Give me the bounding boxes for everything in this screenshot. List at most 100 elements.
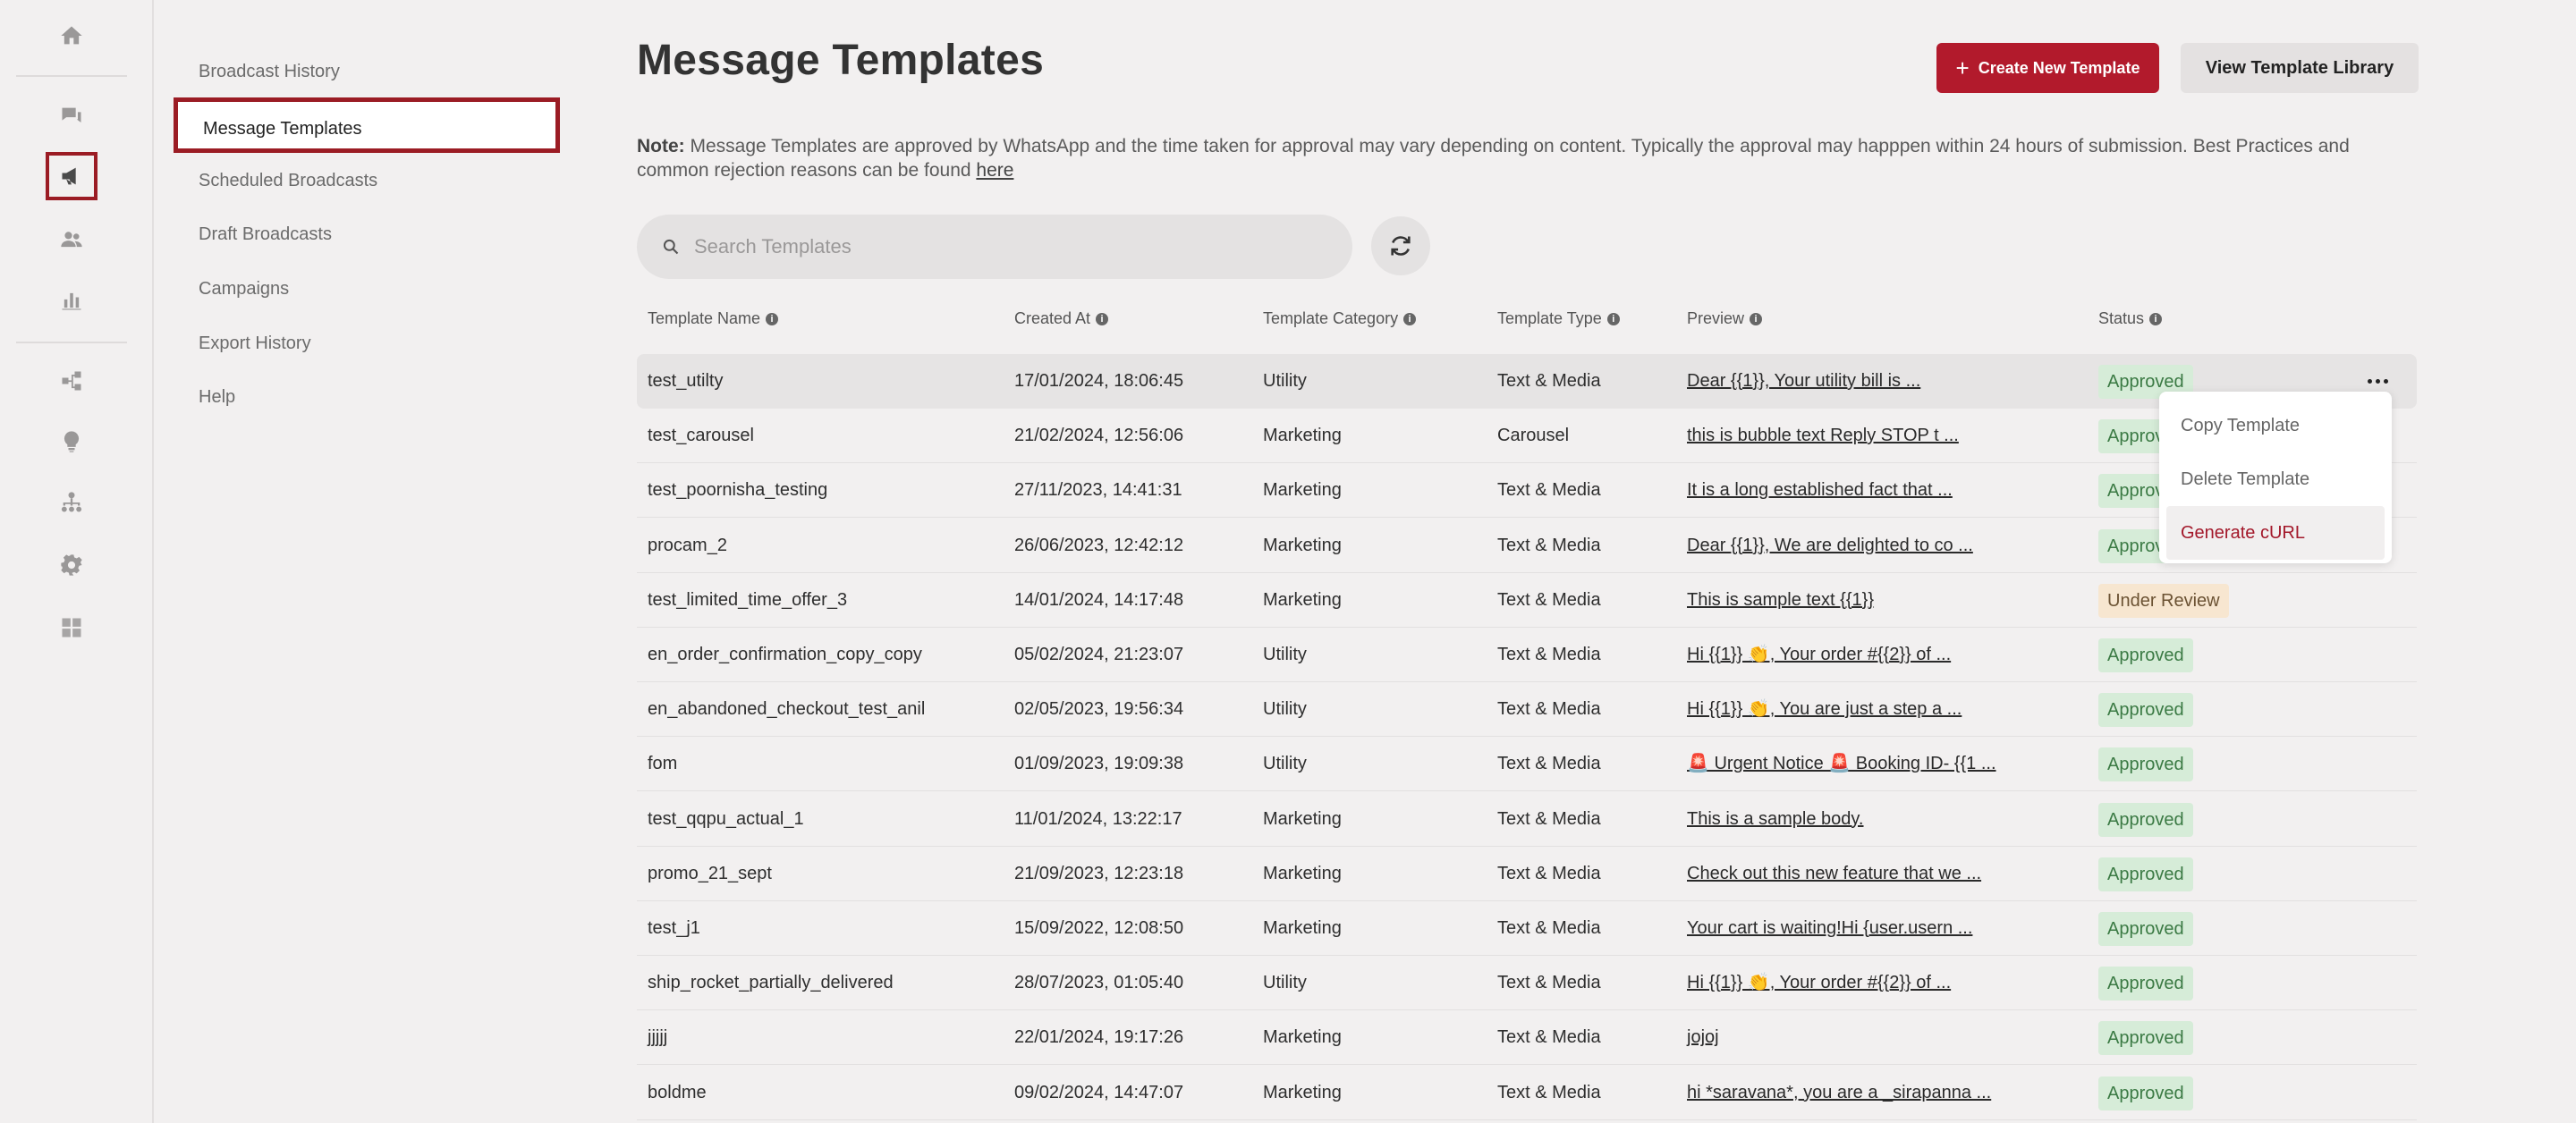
info-icon[interactable]: i [2149,312,2163,325]
created-at-cell: 22/01/2024, 19:17:26 [1014,1027,1184,1048]
preview-link[interactable]: Hi {{1}} 👏, Your order #{{2}} of ... [1687,628,1951,682]
view-template-library-button[interactable]: View Template Library [2181,43,2419,93]
subnav-item-scheduled-broadcasts[interactable]: Scheduled Broadcasts [199,163,377,198]
table-row[interactable]: test_poornisha_testing 27/11/2023, 14:41:… [637,463,2417,519]
settings-icon[interactable] [45,542,98,588]
integrations-icon[interactable] [45,604,98,651]
preview-link[interactable]: hi *saravana*, you are a _sirapanna ... [1687,1066,1991,1120]
more-options-icon[interactable] [2361,370,2394,392]
home-icon[interactable] [45,13,98,59]
table-row[interactable]: jjjjj 22/01/2024, 19:17:26 Marketing Text &… [637,1010,2417,1066]
search-icon [663,239,679,255]
column-label: Preview [1687,309,1745,327]
subnav-item-broadcast-history[interactable]: Broadcast History [199,54,340,89]
column-header-template-category[interactable]: Template Category i [1263,309,1417,328]
type-cell: Text & Media [1497,480,1601,501]
table-row[interactable]: en_abandoned_checkout_test_anil 02/05/202… [637,682,2417,738]
preview-link[interactable]: Hi {{1}} 👏, Your order #{{2}} of ... [1687,956,1951,1010]
status-badge: Approved [2098,857,2193,891]
subnav-item-draft-broadcasts[interactable]: Draft Broadcasts [199,216,332,252]
column-header-template-name[interactable]: Template Name i [648,309,779,328]
preview-link[interactable]: It is a long established fact that ... [1687,463,1953,518]
more-dot [2383,378,2388,384]
preview-link[interactable]: jojoj [1687,1010,1719,1065]
table-row[interactable]: promo_21_sept 21/09/2023, 12:23:18 Marketi… [637,847,2417,901]
type-cell: Text & Media [1497,754,1601,774]
table-row[interactable]: test_utilty 17/01/2024, 18:06:45 Utility Te… [637,354,2417,409]
info-icon[interactable]: i [766,312,779,325]
preview-link[interactable]: this is bubble text Reply STOP t ... [1687,409,1959,463]
template-name-cell: test_poornisha_testing [648,480,828,501]
type-cell: Text & Media [1497,371,1601,391]
preview-link[interactable]: This is sample text {{1}} [1687,573,1874,628]
status-badge: Approved [2098,1076,2193,1110]
table-row[interactable]: fom 01/09/2023, 19:09:38 Utility Text & Med… [637,737,2417,792]
row-actions-menu: Copy Template Delete Template Generate c… [2159,392,2392,563]
table-row[interactable]: en_order_confirmation_copy_copy 05/02/202… [637,628,2417,682]
preview-link[interactable]: Hi {{1}} 👏, You are just a step a ... [1687,682,1962,737]
contacts-icon[interactable] [45,216,98,263]
type-cell: Carousel [1497,426,1570,446]
icon-rail [0,0,154,1123]
preview-link[interactable]: Dear {{1}}, Your utility bill is ... [1687,354,1920,409]
info-icon[interactable]: i [1750,312,1763,325]
column-header-preview[interactable]: Preview i [1687,309,1763,328]
table-row[interactable]: boldme 09/02/2024, 14:47:07 Marketing Text … [637,1066,2417,1120]
table-row[interactable]: test_j1 15/09/2022, 12:08:50 Marketing Text… [637,901,2417,956]
info-icon[interactable]: i [1606,312,1620,325]
table-row[interactable]: procam_2 26/06/2023, 12:42:12 Marketing Tex… [637,519,2417,573]
create-template-button[interactable]: + Create New Template [1936,43,2159,93]
chat-icon[interactable] [45,93,98,139]
category-cell: Marketing [1263,808,1342,829]
approval-note: Note: Message Templates are approved by … [637,134,2417,182]
created-at-cell: 11/01/2024, 13:22:17 [1014,808,1182,829]
table-row[interactable]: test_carousel 21/02/2024, 12:56:06 Marketi… [637,409,2417,464]
bulb-icon[interactable] [45,418,98,465]
created-at-cell: 02/05/2023, 19:56:34 [1014,699,1184,720]
column-header-status[interactable]: Status i [2098,309,2163,328]
subnav-item-export-history[interactable]: Export History [199,325,311,361]
note-link[interactable]: here [976,160,1013,181]
analytics-icon[interactable] [45,277,98,324]
type-cell: Text & Media [1497,863,1601,883]
subnav-item-message-templates[interactable]: Message Templates [174,97,560,153]
column-header-template-type[interactable]: Template Type i [1497,309,1620,328]
created-at-cell: 01/09/2023, 19:09:38 [1014,754,1184,774]
preview-link[interactable]: 🚨 Urgent Notice 🚨 Booking ID- {{1 ... [1687,737,1996,791]
template-name-cell: fom [648,754,678,774]
type-cell: Text & Media [1497,589,1601,610]
template-name-cell: boldme [648,1082,707,1102]
preview-link[interactable]: Your cart is waiting!Hi {user.usern ... [1687,901,1972,956]
search-input[interactable] [692,234,1322,259]
table-row[interactable]: test_qqpu_actual_1 11/01/2024, 13:22:17 Ma… [637,792,2417,847]
refresh-button[interactable] [1371,216,1430,275]
info-icon[interactable]: i [1403,312,1417,325]
generate-curl-menu-item[interactable]: Generate cURL [2166,506,2385,560]
created-at-cell: 28/07/2023, 01:05:40 [1014,973,1184,993]
delete-template-menu-item[interactable]: Delete Template [2166,452,2385,506]
copy-template-menu-item[interactable]: Copy Template [2166,399,2385,452]
subnav-item-campaigns[interactable]: Campaigns [199,271,289,307]
rail-divider [16,75,127,77]
template-name-cell: promo_21_sept [648,863,772,883]
info-icon[interactable]: i [1096,312,1109,325]
created-at-cell: 05/02/2024, 21:23:07 [1014,645,1184,664]
table-row[interactable]: test_limited_time_offer_3 14/01/2024, 14:… [637,573,2417,628]
preview-link[interactable]: Dear {{1}}, We are delighted to co ... [1687,519,1973,573]
category-cell: Utility [1263,645,1307,664]
status-badge: Approved [2098,747,2193,782]
type-cell: Text & Media [1497,1082,1601,1102]
table-row[interactable]: ship_rocket_partially_delivered 28/07/202… [637,956,2417,1011]
column-header-created-at[interactable]: Created At i [1014,309,1109,328]
preview-link[interactable]: Check out this new feature that we ... [1687,847,1981,901]
megaphone-icon[interactable] [46,152,97,200]
page-title: Message Templates [637,37,1045,84]
created-at-cell: 26/06/2023, 12:42:12 [1014,535,1184,555]
type-cell: Text & Media [1497,1027,1601,1048]
subnav-item-help[interactable]: Help [199,379,235,415]
flow-icon[interactable] [45,358,98,404]
category-cell: Marketing [1263,535,1342,555]
template-name-cell: ship_rocket_partially_delivered [648,973,894,993]
preview-link[interactable]: This is a sample body. [1687,792,1864,847]
hierarchy-icon[interactable] [45,479,98,526]
